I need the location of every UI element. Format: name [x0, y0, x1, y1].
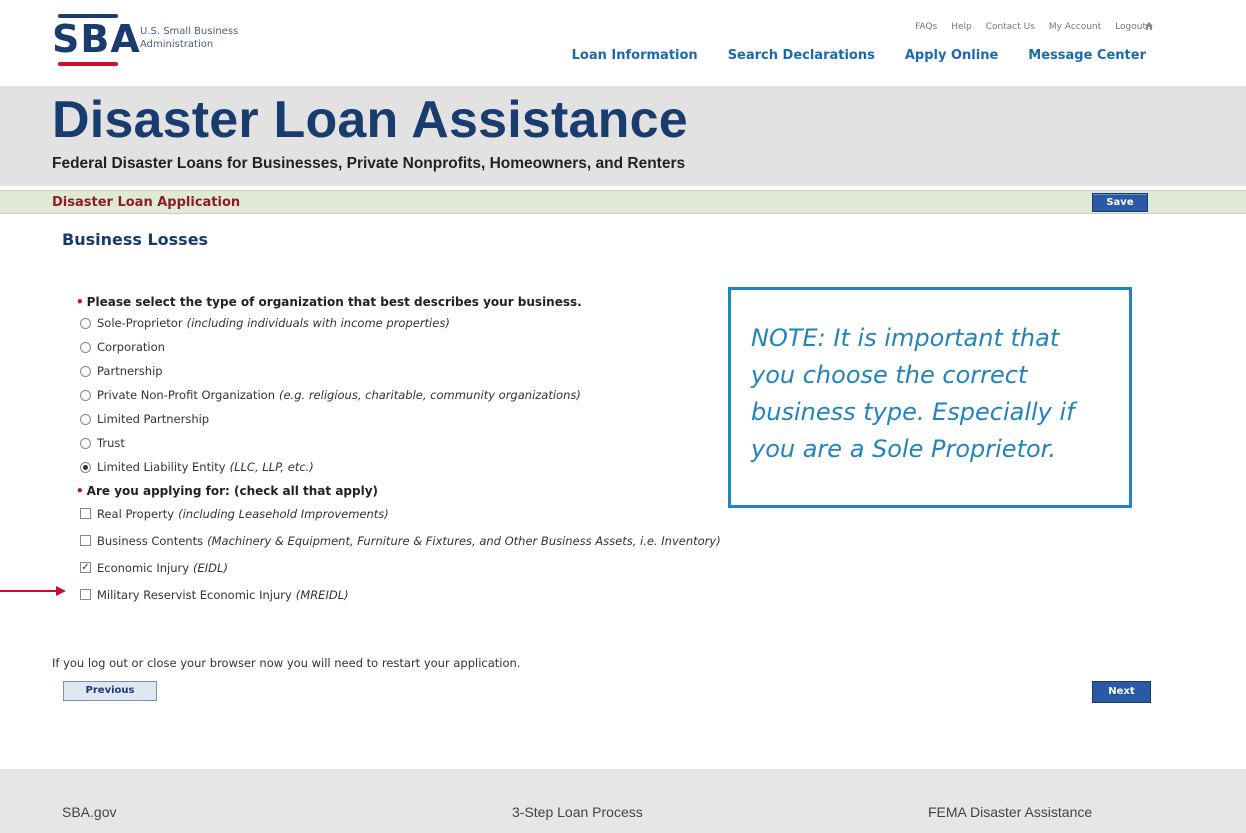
option-label: Corporation	[97, 340, 165, 354]
logo-bar-bottom	[58, 62, 118, 66]
option-label: Partnership	[97, 364, 163, 378]
page-title: Disaster Loan Assistance	[52, 91, 688, 149]
page-subtitle: Federal Disaster Loans for Businesses, P…	[52, 155, 686, 172]
radio-private-non-profit[interactable]	[80, 389, 91, 401]
home-icon[interactable]	[1144, 21, 1154, 31]
option-note: (MREIDL)	[295, 587, 349, 602]
loan-type-options: Real Property (including Leasehold Impro…	[76, 500, 896, 608]
option-note: (LLC, LLP, etc.)	[229, 460, 314, 474]
option-label: Limited Partnership	[97, 412, 210, 426]
radio-partnership[interactable]	[80, 365, 91, 377]
option-label: Private Non-Profit Organization	[97, 388, 275, 402]
my-account-link[interactable]: My Account	[1049, 22, 1101, 32]
next-button[interactable]: Next	[1092, 681, 1151, 703]
checkbox-business-contents[interactable]	[80, 535, 91, 546]
loan-type-question-label: Are you applying for: (check all that ap…	[86, 484, 379, 498]
application-title: Disaster Loan Application	[52, 195, 241, 210]
required-marker: •	[76, 295, 84, 309]
logo-letters: SBA	[52, 17, 141, 61]
option-note: (e.g. religious, charitable, community o…	[279, 388, 581, 402]
loan-option-military-reservist[interactable]: Military Reservist Economic Injury (MREI…	[76, 581, 896, 608]
help-link[interactable]: Help	[951, 22, 972, 32]
option-label: Economic Injury	[97, 560, 190, 575]
restart-warning: If you log out or close your browser now…	[52, 656, 521, 670]
radio-sole-proprietor[interactable]	[80, 317, 91, 329]
required-marker: •	[76, 484, 84, 498]
checkbox-real-property[interactable]	[80, 508, 91, 519]
previous-button[interactable]: Previous	[63, 681, 157, 701]
option-label: Real Property	[97, 506, 175, 521]
contact-us-link[interactable]: Contact Us	[986, 22, 1035, 32]
sba-logo[interactable]: SBA U.S. Small Business Administration	[52, 10, 272, 70]
loan-option-business-contents[interactable]: Business Contents (Machinery & Equipment…	[76, 527, 896, 554]
logo-text: U.S. Small Business Administration	[140, 26, 239, 50]
nav-message-center[interactable]: Message Center	[1028, 48, 1146, 63]
radio-trust[interactable]	[80, 437, 91, 449]
radio-corporation[interactable]	[80, 341, 91, 353]
option-label: Sole-Proprietor	[97, 316, 183, 330]
site-footer: SBA.gov 3-Step Loan Process FEMA Disaste…	[0, 769, 1246, 833]
option-label: Trust	[97, 436, 125, 450]
option-note: (Machinery & Equipment, Furniture & Fixt…	[207, 533, 721, 548]
radio-llc[interactable]	[80, 461, 91, 473]
note-callout: NOTE: It is important that you choose th…	[728, 287, 1132, 508]
option-note: (including individuals with income prope…	[186, 316, 450, 330]
nav-loan-information[interactable]: Loan Information	[572, 48, 698, 63]
option-label: Business Contents	[97, 533, 204, 548]
footer-link-sba[interactable]: SBA.gov	[62, 804, 116, 820]
option-note: (including Leasehold Improvements)	[178, 506, 389, 521]
sba-logo-mark: SBA	[52, 10, 140, 68]
logout-link[interactable]: Logout	[1115, 22, 1146, 32]
arrow-annotation-icon	[0, 586, 66, 596]
checkbox-economic-injury[interactable]: ✓	[80, 562, 91, 573]
nav-apply-online[interactable]: Apply Online	[905, 48, 998, 63]
footer-link-loan-process[interactable]: 3-Step Loan Process	[512, 804, 643, 820]
loan-option-economic-injury[interactable]: ✓ Economic Injury (EIDL)	[76, 554, 896, 581]
option-label: Military Reservist Economic Injury	[97, 587, 292, 602]
section-title: Business Losses	[62, 230, 209, 249]
faqs-link[interactable]: FAQs	[915, 22, 937, 32]
option-label: Limited Liability Entity	[97, 460, 226, 474]
radio-limited-partnership[interactable]	[80, 413, 91, 425]
site-header: SBA U.S. Small Business Administration F…	[0, 0, 1246, 86]
checkbox-military-reservist[interactable]	[80, 589, 91, 600]
utility-links: FAQs Help Contact Us My Account Logout	[915, 22, 1146, 32]
save-button[interactable]: Save	[1092, 193, 1148, 212]
option-note: (EIDL)	[193, 560, 228, 575]
org-type-question-label: Please select the type of organization t…	[86, 295, 582, 309]
application-bar: Disaster Loan Application Save	[0, 190, 1246, 214]
nav-search-declarations[interactable]: Search Declarations	[728, 48, 875, 63]
footer-link-fema[interactable]: FEMA Disaster Assistance	[928, 804, 1092, 820]
main-nav: Loan Information Search Declarations App…	[572, 48, 1146, 63]
